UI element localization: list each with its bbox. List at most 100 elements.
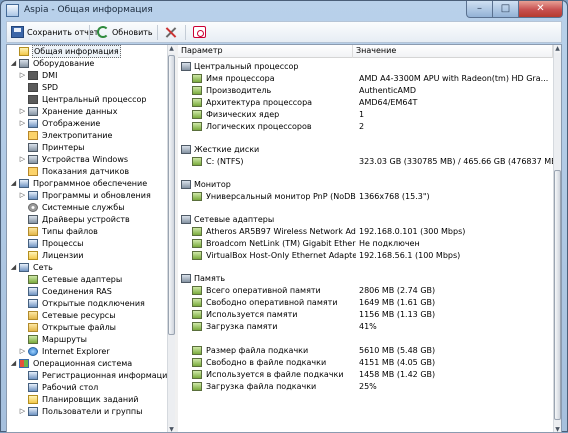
column-header-value[interactable]: Значение xyxy=(353,45,553,58)
column-header-param[interactable]: Параметр xyxy=(178,45,353,58)
table-row[interactable]: Atheros AR5B97 Wireless Network Adap...1… xyxy=(178,226,553,237)
collapse-icon[interactable]: ◢ xyxy=(10,360,17,367)
expand-icon[interactable]: ▷ xyxy=(19,108,26,115)
tree-item[interactable]: ▷ Программы и обновления xyxy=(19,190,152,201)
table-row[interactable]: Используется памяти 1156 MB (1.13 GB) xyxy=(178,309,553,320)
collapse-icon[interactable]: ◢ xyxy=(10,60,17,67)
tree-item[interactable]: Открытые подключения xyxy=(19,298,146,309)
tree-item[interactable]: ◢ Программное обеспечение xyxy=(10,178,148,189)
settings-button[interactable] xyxy=(165,24,178,40)
license-icon xyxy=(28,251,38,260)
tree-item-label: Показания датчиков xyxy=(42,167,130,176)
yellow-info-icon xyxy=(19,47,29,56)
title-bar[interactable]: Aspia - Общая информация – □ ✕ xyxy=(1,1,567,21)
tree-item[interactable]: ▷ DMI xyxy=(19,70,58,81)
help-button[interactable] xyxy=(193,24,206,40)
table-row[interactable]: Имя процессора AMD A4-3300M APU with Rade… xyxy=(178,73,553,84)
collapse-icon[interactable]: ◢ xyxy=(10,180,17,187)
file-types-icon xyxy=(28,227,38,236)
tree-item[interactable]: Соединения RAS xyxy=(19,286,113,297)
tree-item[interactable]: Принтеры xyxy=(19,142,86,153)
ras-icon xyxy=(28,287,38,296)
table-row[interactable]: Архитектура процессора AMD64/EM64T xyxy=(178,97,553,108)
tree-item[interactable]: Электропитание xyxy=(19,130,113,141)
table-row[interactable]: Всего оперативной памяти 2806 MB (2.74 GB… xyxy=(178,285,553,296)
tree-item[interactable]: Показания датчиков xyxy=(19,166,130,177)
table-row[interactable]: VirtualBox Host-Only Ethernet Adapter 192… xyxy=(178,250,553,261)
tree-item[interactable]: Сетевые ресурсы xyxy=(19,310,117,321)
param-cell: Загрузка файла подкачки xyxy=(206,382,317,391)
table-scrollbar[interactable]: ▲ ▼ xyxy=(553,45,561,432)
tree-item[interactable]: ◢ Операционная система xyxy=(10,358,133,369)
tree-item[interactable]: Процессы xyxy=(19,238,84,249)
section-header[interactable]: Центральный процессор xyxy=(178,61,553,72)
param-cell: Физических ядер xyxy=(206,110,280,119)
section-header[interactable]: Монитор xyxy=(178,179,553,190)
collapse-icon[interactable]: ◢ xyxy=(10,264,17,271)
section-header[interactable]: Память xyxy=(178,273,553,284)
tree-item[interactable]: ◢ Оборудование xyxy=(10,58,95,69)
monitor-icon xyxy=(28,119,38,128)
table-row[interactable]: Используется в файле подкачки 1458 MB (1.… xyxy=(178,369,553,380)
expand-icon[interactable]: ▷ xyxy=(19,408,26,415)
tree-scrollbar[interactable]: ▲ ▼ xyxy=(167,45,175,432)
tree-item-label: Отображение xyxy=(42,119,101,128)
tree-item[interactable]: Рабочий стол xyxy=(19,382,99,393)
table-row[interactable] xyxy=(178,333,553,344)
expand-icon[interactable]: ▷ xyxy=(19,72,26,79)
scroll-up-arrow-icon[interactable]: ▲ xyxy=(554,45,561,53)
tree-item[interactable]: ▷ Internet Explorer xyxy=(19,346,111,357)
expand-icon[interactable]: ▷ xyxy=(19,348,26,355)
tree-item[interactable]: ▷ Пользователи и группы xyxy=(19,406,143,417)
expand-icon[interactable]: ▷ xyxy=(19,120,26,127)
tree-item[interactable]: ▷ Отображение xyxy=(19,118,101,129)
expand-icon[interactable]: ▷ xyxy=(19,192,26,199)
table-row[interactable]: Производитель AuthenticAMD xyxy=(178,85,553,96)
tree-item[interactable]: ▷ Устройства Windows xyxy=(19,154,129,165)
table-row[interactable]: Загрузка файла подкачки 25% xyxy=(178,381,553,392)
tree-item[interactable]: ▷ Хранение данных xyxy=(19,106,118,117)
tree-item[interactable]: Драйверы устройств xyxy=(19,214,131,225)
tree-item[interactable]: Системные службы xyxy=(19,202,126,213)
tree-item-label: Принтеры xyxy=(42,143,85,152)
table-row[interactable]: Свободно в файле подкачки 4151 MB (4.05 G… xyxy=(178,357,553,368)
scroll-up-arrow-icon[interactable]: ▲ xyxy=(168,45,175,53)
tree-item[interactable]: Планировщик заданий xyxy=(19,394,139,405)
tree-item[interactable]: Маршруты xyxy=(19,334,88,345)
save-report-button[interactable]: Сохранить отчет xyxy=(11,24,98,40)
refresh-button[interactable]: Обновить xyxy=(97,24,153,40)
tree-item[interactable]: Открытые файлы xyxy=(19,322,117,333)
table-row[interactable]: Broadcom NetLink (TM) Gigabit Ethernet Не… xyxy=(178,238,553,249)
tree-item[interactable]: Регистрационная информация xyxy=(19,370,167,381)
table-row[interactable]: Логических процессоров 2 xyxy=(178,121,553,132)
tree-scroll-thumb[interactable] xyxy=(168,55,175,335)
tree-item[interactable]: ◢ Сеть xyxy=(10,262,54,273)
section-header[interactable]: Жесткие диски xyxy=(178,144,553,155)
param-cell: Всего оперативной памяти xyxy=(206,286,321,295)
close-button[interactable]: ✕ xyxy=(518,1,563,18)
tree-item[interactable]: Центральный процессор xyxy=(19,94,147,105)
table-row[interactable]: Физических ядер 1 xyxy=(178,109,553,120)
expand-icon[interactable]: ▷ xyxy=(19,156,26,163)
tree-item[interactable]: SPD xyxy=(19,82,59,93)
table-row[interactable]: Универсальный монитор PnP (NoDB) 1366x768… xyxy=(178,191,553,202)
tree-item[interactable]: Типы файлов xyxy=(19,226,99,237)
table-row[interactable]: Свободно оперативной памяти 1649 MB (1.61… xyxy=(178,297,553,308)
maximize-button[interactable]: □ xyxy=(492,1,519,18)
table-row[interactable]: Размер файла подкачки 5610 MB (5.48 GB) xyxy=(178,345,553,356)
section-header[interactable]: Сетевые адаптеры xyxy=(178,214,553,225)
tree-item[interactable]: Лицензии xyxy=(19,250,84,261)
table-row[interactable]: Загрузка памяти 41% xyxy=(178,321,553,332)
tree-item[interactable]: Общая информация xyxy=(10,45,121,58)
minimize-button[interactable]: – xyxy=(466,1,493,18)
table-scroll-thumb[interactable] xyxy=(554,170,561,420)
tree-item[interactable]: Сетевые адаптеры xyxy=(19,274,123,285)
table-row[interactable]: C: (NTFS) 323.03 GB (330785 MB) / 465.66 … xyxy=(178,156,553,167)
